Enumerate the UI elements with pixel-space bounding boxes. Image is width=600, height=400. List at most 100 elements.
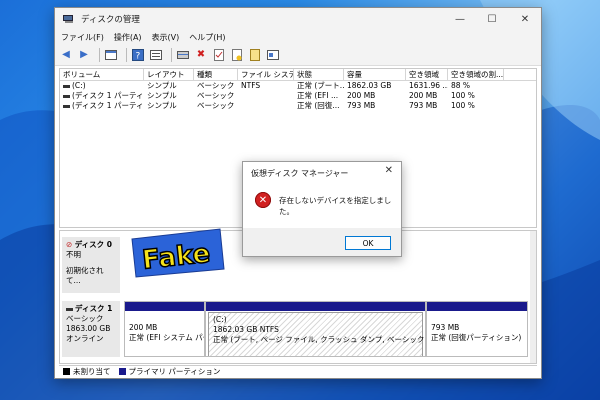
forward-arrow-icon[interactable]: ▶ <box>77 48 91 62</box>
disk-1-type: ベーシック <box>66 314 104 323</box>
minimize-button[interactable]: — <box>445 8 475 30</box>
console-tree-icon[interactable] <box>104 48 118 62</box>
back-arrow-icon[interactable]: ◀ <box>59 48 73 62</box>
volume-percent-free: 100 % <box>451 91 475 100</box>
volume-capacity: 1862.03 GB <box>347 81 392 90</box>
volume-name: (C:) <box>72 81 86 90</box>
menu-action[interactable]: 操作(A) <box>114 32 142 43</box>
column-header-filesystem[interactable]: ファイル システム <box>238 69 294 80</box>
column-header-type[interactable]: 種類 <box>194 69 238 80</box>
volume-name: (ディスク 1 パーティシ... <box>72 91 144 100</box>
column-header-extra <box>504 69 536 80</box>
legend-primary-swatch <box>118 368 126 375</box>
volume-free-space: 793 MB <box>409 101 438 110</box>
volume-name: (ディスク 1 パーティシ... <box>72 101 144 110</box>
toolbar: ◀ ▶ ? ✖ <box>55 44 541 66</box>
svg-text:?: ? <box>136 51 141 61</box>
disk-icon <box>66 307 73 311</box>
column-header-status[interactable]: 状態 <box>294 69 344 80</box>
check-icon[interactable] <box>212 48 226 62</box>
volume-type: ベーシック <box>197 91 235 100</box>
column-header-layout[interactable]: レイアウト <box>144 69 194 80</box>
action-icon[interactable] <box>266 48 280 62</box>
partition-c[interactable]: (C:) 1862.03 GB NTFS 正常 (ブート, ページ ファイル, … <box>205 301 426 357</box>
partition-c-status: 正常 (ブート, ページ ファイル, クラッシュ ダンプ, ベーシック データ … <box>213 335 425 344</box>
menu-file[interactable]: ファイル(F) <box>61 32 104 43</box>
volume-type: ベーシック <box>197 101 235 110</box>
column-header-percent-free[interactable]: 空き領域の割... <box>448 69 504 80</box>
partition-bar <box>125 302 204 311</box>
error-icon: ✕ <box>255 192 271 208</box>
volume-status: 正常 (EFI ... <box>297 91 339 100</box>
volume-layout: シンプル <box>147 91 177 100</box>
disk-management-icon <box>63 14 75 24</box>
partition-recovery-status: 正常 (回復パーティション) <box>431 333 522 342</box>
volume-filesystem <box>238 101 294 111</box>
dialog-body: ✕ 存在しないデバイスを指定しました。 <box>243 182 401 228</box>
partition-bar <box>206 302 425 311</box>
volume-status: 正常 (回復... <box>297 101 340 110</box>
partition-bar <box>427 302 527 311</box>
volume-icon <box>63 104 70 108</box>
volume-layout: シンプル <box>147 81 177 90</box>
volume-type: ベーシック <box>197 81 235 90</box>
disk-0-name: ディスク 0 <box>74 240 112 249</box>
volume-icon <box>63 84 70 88</box>
maximize-button[interactable]: ☐ <box>477 8 507 30</box>
table-row[interactable]: (C:) シンプル ベーシック NTFS 正常 (ブート... 1862.03 … <box>60 81 536 91</box>
volume-percent-free: 100 % <box>451 101 475 110</box>
disk-0-status: 初期化されて... <box>66 266 104 285</box>
partition-efi[interactable]: 200 MB 正常 (EFI システム パー <box>124 301 205 357</box>
partition-efi-size: 200 MB <box>129 323 158 332</box>
legend-unallocated-swatch <box>63 368 70 375</box>
fake-stamp: Fake <box>131 228 225 278</box>
close-button[interactable]: ✕ <box>510 8 540 30</box>
volume-status: 正常 (ブート... <box>297 81 344 90</box>
menu-bar: ファイル(F) 操作(A) 表示(V) ヘルプ(H) <box>55 30 541 44</box>
delete-icon[interactable]: ✖ <box>194 48 208 62</box>
new-file-icon[interactable] <box>230 48 244 62</box>
table-row[interactable]: (ディスク 1 パーティシ... シンプル ベーシック 正常 (回復... 79… <box>60 101 536 111</box>
properties-icon[interactable] <box>149 48 163 62</box>
search-icon[interactable] <box>248 48 262 62</box>
volume-free-space: 1631.96 ... <box>409 81 448 90</box>
volume-capacity: 793 MB <box>347 101 376 110</box>
volume-percent-free: 88 % <box>451 81 471 90</box>
help-icon[interactable]: ? <box>131 48 145 62</box>
disk-1-label[interactable]: ディスク 1 ベーシック 1863.00 GB オンライン <box>62 301 120 357</box>
disk-unknown-icon: ⊘ <box>66 240 73 249</box>
partition-efi-status: 正常 (EFI システム パー <box>129 333 205 342</box>
disk-0-type: 不明 <box>66 250 81 259</box>
legend-primary: プライマリ パーティション <box>128 367 221 376</box>
legend-unallocated: 未割り当て <box>73 367 111 376</box>
window-title: ディスクの管理 <box>81 15 140 25</box>
partition-recovery-size: 793 MB <box>431 323 460 332</box>
error-dialog: 仮想ディスク マネージャー ✕ ✕ 存在しないデバイスを指定しました。 OK <box>242 161 402 257</box>
volume-free-space: 200 MB <box>409 91 438 100</box>
volume-filesystem: NTFS <box>241 81 261 90</box>
table-row[interactable]: (ディスク 1 パーティシ... シンプル ベーシック 正常 (EFI ... … <box>60 91 536 101</box>
partition-recovery[interactable]: 793 MB 正常 (回復パーティション) <box>426 301 528 357</box>
disk-1-size: 1863.00 GB <box>66 324 111 333</box>
dialog-close-button[interactable]: ✕ <box>385 165 393 176</box>
ok-button[interactable]: OK <box>345 236 391 250</box>
legend: 未割り当て プライマリ パーティション <box>59 365 537 377</box>
column-header-free-space[interactable]: 空き領域 <box>406 69 448 80</box>
disk-1-status: オンライン <box>66 334 104 343</box>
menu-view[interactable]: 表示(V) <box>152 32 180 43</box>
volume-table-header: ボリューム レイアウト 種類 ファイル システム 状態 容量 空き領域 空き領域… <box>60 69 536 81</box>
title-bar: ディスクの管理 — ☐ ✕ <box>55 8 541 30</box>
dialog-message: 存在しないデバイスを指定しました。 <box>279 196 392 216</box>
volume-icon <box>63 94 70 98</box>
disk-icon[interactable] <box>176 48 190 62</box>
dialog-title: 仮想ディスク マネージャー <box>251 169 349 178</box>
partition-c-label: (C:) <box>213 315 227 324</box>
column-header-capacity[interactable]: 容量 <box>344 69 406 80</box>
volume-capacity: 200 MB <box>347 91 376 100</box>
column-header-volume[interactable]: ボリューム <box>60 69 144 80</box>
menu-help[interactable]: ヘルプ(H) <box>189 32 225 43</box>
disk-view-scrollbar[interactable] <box>530 231 536 363</box>
disk-1-name: ディスク 1 <box>75 304 113 313</box>
volume-layout: シンプル <box>147 101 177 110</box>
disk-0-label[interactable]: ⊘ ディスク 0 不明 初期化されて... <box>62 237 120 293</box>
